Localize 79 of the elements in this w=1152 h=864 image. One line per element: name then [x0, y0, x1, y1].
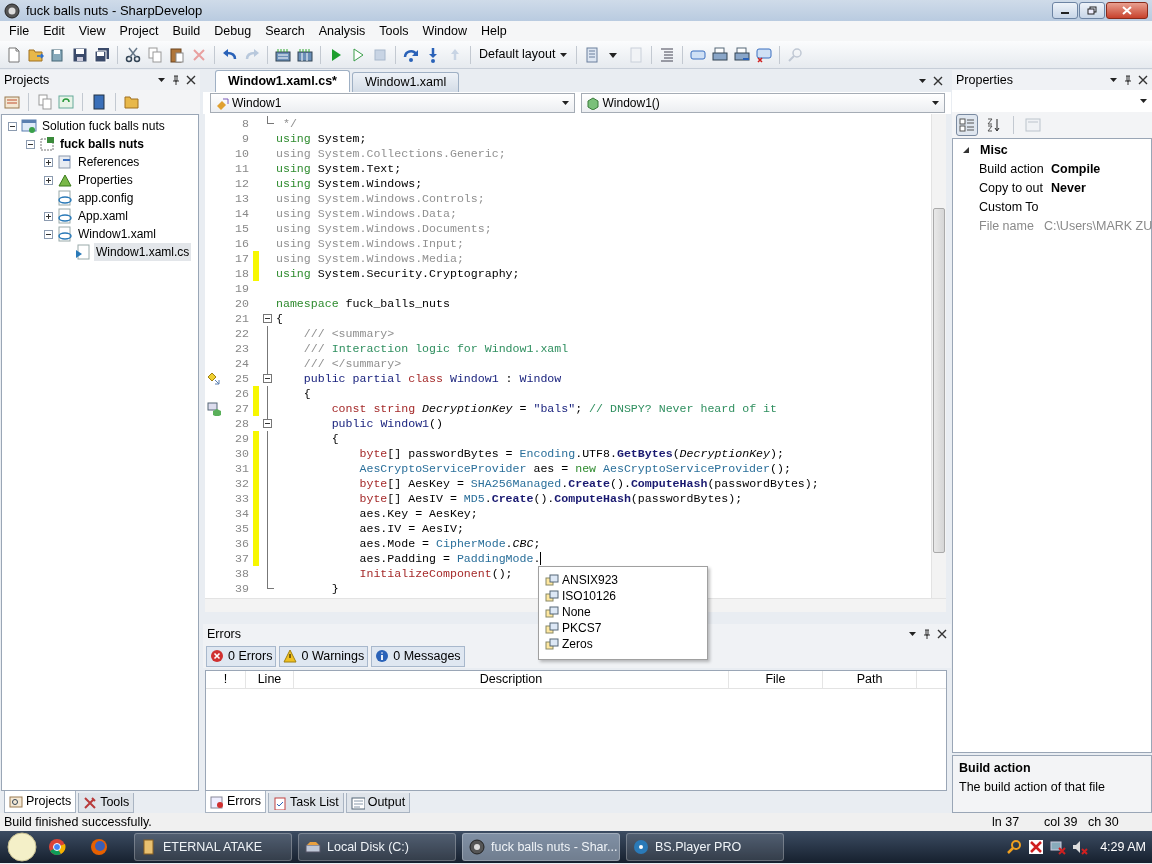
- line-number: 26: [234, 386, 249, 401]
- line-number: 25: [234, 371, 249, 386]
- code-line: byte[] AesIV = MD5.Create().ComputeHash(passwordBytes);: [358, 491, 743, 506]
- status-text: ch 30: [1088, 813, 1120, 831]
- line-number: 16: [234, 236, 249, 251]
- line-number: 21: [234, 311, 249, 326]
- line-number: 11: [234, 161, 249, 176]
- line-number: 14: [234, 206, 249, 221]
- code-line: using System.Windows.Data;: [275, 206, 457, 221]
- line-number: 39: [234, 581, 249, 596]
- code-line: using System.Windows.Documents;: [275, 221, 492, 236]
- line-number: 22: [234, 326, 249, 341]
- line-number: 27: [234, 401, 249, 416]
- line-number: 36: [234, 536, 249, 551]
- code-line: namespace fuck_balls_nuts: [275, 296, 450, 311]
- code-line: public partial class Window1 : Window: [302, 371, 562, 386]
- line-number: 38: [234, 566, 249, 581]
- code-line: aes.Mode = CipherMode.CBC;: [358, 536, 541, 551]
- status-message: Build finished successfully.: [4, 813, 153, 831]
- code-line: {: [330, 431, 339, 446]
- property-name: Custom To: [979, 199, 1040, 217]
- code-line: using System.Security.Cryptography;: [275, 266, 520, 281]
- line-number: 9: [241, 131, 249, 146]
- code-line: using System.Windows;: [275, 176, 423, 191]
- code-line: /// <summary>: [302, 326, 395, 341]
- line-number: 35: [234, 521, 249, 536]
- clock: 4:29 AM: [1100, 838, 1146, 856]
- panel-title: Properties: [956, 71, 1014, 89]
- line-number: 24: [234, 356, 249, 371]
- code-line: using System.Windows.Controls;: [275, 191, 485, 206]
- code-line: using System.Collections.Generic;: [275, 146, 506, 161]
- line-number: 29: [234, 431, 249, 446]
- panel-title: Errors: [207, 625, 242, 643]
- window-title: fuck balls nuts - SharpDevelop: [26, 1, 204, 20]
- line-number: 8: [241, 116, 249, 131]
- code-line: {: [275, 311, 283, 326]
- line-number: 31: [234, 461, 249, 476]
- line-number: 10: [234, 146, 249, 161]
- line-number: 33: [234, 491, 249, 506]
- code-line: using System.Windows.Input;: [275, 236, 464, 251]
- code-line: AesCryptoServiceProvider aes = new AesCryptoServiceProvider();: [358, 461, 791, 476]
- code-line: */: [281, 116, 297, 131]
- line-number: 28: [234, 416, 249, 431]
- line-number: 19: [234, 281, 249, 296]
- line-number: 17: [234, 251, 249, 266]
- line-number: 20: [234, 296, 249, 311]
- line-number: 18: [234, 266, 249, 281]
- property-name: Copy to out: [979, 180, 1044, 198]
- code-line: aes.IV = AesIV;: [358, 521, 464, 536]
- code-line: const string DecryptionKey = "bals"; // DNSPY? Never heard of it: [330, 401, 777, 416]
- description-text: The build action of that file: [959, 778, 1106, 796]
- property-name: Build action: [979, 161, 1045, 179]
- line-number: 23: [234, 341, 249, 356]
- code-line: using System;: [275, 131, 367, 146]
- line-number: 12: [234, 176, 249, 191]
- code-line: public Window1(): [330, 416, 443, 431]
- line-number: 30: [234, 446, 249, 461]
- property-name: File name: [979, 218, 1034, 236]
- code-line: /// </summary>: [302, 356, 402, 371]
- code-line: byte[] passwordBytes = Encoding.UTF8.GetBytes(DecryptionKey);: [358, 446, 784, 461]
- line-number: 32: [234, 476, 249, 491]
- category-title: Misc: [980, 142, 1008, 160]
- panel-title: Projects: [4, 71, 51, 89]
- status-text: ln 37: [992, 813, 1021, 831]
- code-line: InitializeComponent();: [358, 566, 513, 581]
- code-line: using System.Windows.Media;: [275, 251, 464, 266]
- description-title: Build action: [959, 760, 1032, 777]
- line-number: 34: [234, 506, 249, 521]
- line-number: 15: [234, 221, 249, 236]
- code-line: }: [330, 581, 339, 596]
- code-line: using System.Text;: [275, 161, 402, 176]
- line-number: 13: [234, 191, 249, 206]
- code-line: /// Interaction logic for Window1.xaml: [302, 341, 569, 356]
- code-line: aes.Key = AesKey;: [358, 506, 478, 521]
- code-line: byte[] AesKey = SHA256Managed.Create().ComputeHash(passwordBytes);: [358, 476, 819, 491]
- line-number: 37: [234, 551, 249, 566]
- code-line: aes.Padding = PaddingMode.: [358, 551, 542, 566]
- code-line: {: [302, 386, 311, 401]
- status-text: col 39: [1044, 813, 1079, 831]
